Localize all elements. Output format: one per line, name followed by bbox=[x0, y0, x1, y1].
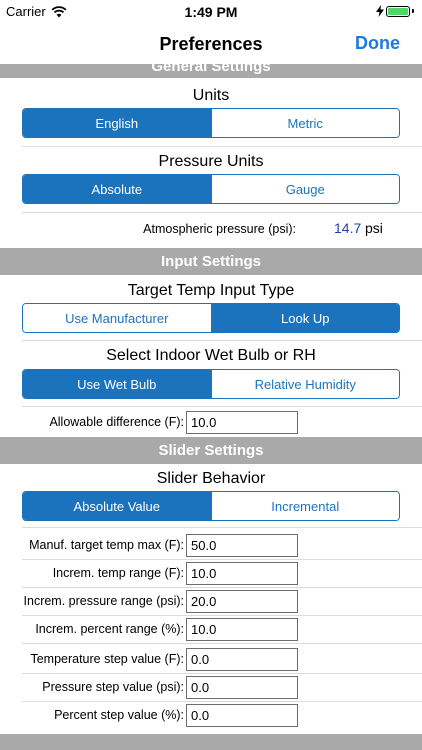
divider bbox=[22, 146, 422, 147]
atmospheric-pressure-unit: psi bbox=[365, 220, 383, 236]
slider-field-row: Percent step value (%): bbox=[0, 702, 422, 730]
slider-field-row: Temperature step value (F): bbox=[0, 646, 422, 674]
increm-pressure-range-input[interactable] bbox=[186, 590, 298, 613]
allowable-difference-label: Allowable difference (F): bbox=[49, 415, 184, 429]
units-segmented-control[interactable]: English Metric bbox=[22, 108, 400, 138]
increm-percent-range-label: Increm. percent range (%): bbox=[35, 622, 184, 636]
status-bar: Carrier 1:49 PM bbox=[0, 0, 422, 22]
divider bbox=[22, 212, 422, 213]
done-button[interactable]: Done bbox=[355, 33, 400, 54]
status-time: 1:49 PM bbox=[184, 4, 238, 20]
section-header-general: General Settings bbox=[0, 64, 422, 78]
nav-bar: Preferences Done bbox=[0, 22, 422, 66]
wet-bulb-segmented-control[interactable]: Use Wet Bulb Relative Humidity bbox=[22, 369, 400, 399]
divider bbox=[22, 406, 422, 407]
divider bbox=[22, 643, 422, 644]
slider-field-row: Pressure step value (psi): bbox=[0, 674, 422, 702]
wet-bulb-label: Select Indoor Wet Bulb or RH bbox=[106, 347, 316, 364]
units-label: Units bbox=[192, 87, 230, 104]
temperature-step-value-label: Temperature step value (F): bbox=[30, 652, 184, 666]
pressure-units-segmented-control[interactable]: Absolute Gauge bbox=[22, 174, 400, 204]
section-header-input-label: Input Settings bbox=[161, 253, 261, 270]
pressure-step-value-input[interactable] bbox=[186, 676, 298, 699]
section-header-slider-label: Slider Settings bbox=[158, 442, 264, 459]
atmospheric-pressure-label: Atmospheric pressure (psi): bbox=[143, 222, 296, 236]
manuf-target-temp-max-input[interactable] bbox=[186, 534, 298, 557]
slider-behavior-label: Slider Behavior bbox=[156, 470, 266, 487]
allowable-difference-row: Allowable difference (F): bbox=[0, 409, 422, 437]
bottom-section-header bbox=[0, 734, 422, 750]
units-option-english[interactable]: English bbox=[23, 109, 211, 137]
increm-pressure-range-label: Increm. pressure range (psi): bbox=[23, 594, 184, 608]
increm-percent-range-input[interactable] bbox=[186, 618, 298, 641]
atmospheric-pressure-value[interactable]: 14.7 bbox=[334, 220, 361, 236]
pressure-option-gauge[interactable]: Gauge bbox=[210, 175, 399, 203]
target-option-look-up[interactable]: Look Up bbox=[210, 304, 399, 332]
section-header-slider: Slider Settings bbox=[0, 437, 422, 464]
slider-option-absolute-value[interactable]: Absolute Value bbox=[23, 492, 211, 520]
section-header-general-label: General Settings bbox=[151, 64, 271, 75]
divider bbox=[22, 527, 422, 528]
battery-icon bbox=[386, 5, 410, 17]
temperature-step-value-input[interactable] bbox=[186, 648, 298, 671]
pressure-units-label: Pressure Units bbox=[158, 153, 264, 170]
slider-field-row: Increm. temp range (F): bbox=[0, 560, 422, 588]
manuf-target-temp-max-label: Manuf. target temp max (F): bbox=[29, 538, 184, 552]
target-temp-segmented-control[interactable]: Use Manufacturer Look Up bbox=[22, 303, 400, 333]
wet-bulb-option-use-wet-bulb[interactable]: Use Wet Bulb bbox=[23, 370, 211, 398]
divider bbox=[22, 340, 422, 341]
charging-icon bbox=[376, 5, 384, 17]
slider-behavior-segmented-control[interactable]: Absolute Value Incremental bbox=[22, 491, 400, 521]
pressure-step-value-label: Pressure step value (psi): bbox=[42, 680, 184, 694]
slider-field-row: Increm. pressure range (psi): bbox=[0, 588, 422, 616]
target-option-use-manufacturer[interactable]: Use Manufacturer bbox=[23, 304, 211, 332]
increm-temp-range-label: Increm. temp range (F): bbox=[52, 566, 184, 580]
wet-bulb-option-relative-humidity[interactable]: Relative Humidity bbox=[210, 370, 399, 398]
units-option-metric[interactable]: Metric bbox=[210, 109, 399, 137]
battery-group bbox=[376, 5, 414, 17]
slider-field-row: Manuf. target temp max (F): bbox=[0, 532, 422, 560]
slider-field-row: Increm. percent range (%): bbox=[0, 616, 422, 644]
pressure-option-absolute[interactable]: Absolute bbox=[23, 175, 211, 203]
increm-temp-range-input[interactable] bbox=[186, 562, 298, 585]
target-temp-label: Target Temp Input Type bbox=[127, 282, 295, 299]
slider-option-incremental[interactable]: Incremental bbox=[210, 492, 399, 520]
percent-step-value-label: Percent step value (%): bbox=[54, 708, 184, 722]
section-header-input: Input Settings bbox=[0, 248, 422, 275]
allowable-difference-input[interactable] bbox=[186, 411, 298, 434]
percent-step-value-input[interactable] bbox=[186, 704, 298, 727]
battery-tip bbox=[412, 9, 414, 13]
